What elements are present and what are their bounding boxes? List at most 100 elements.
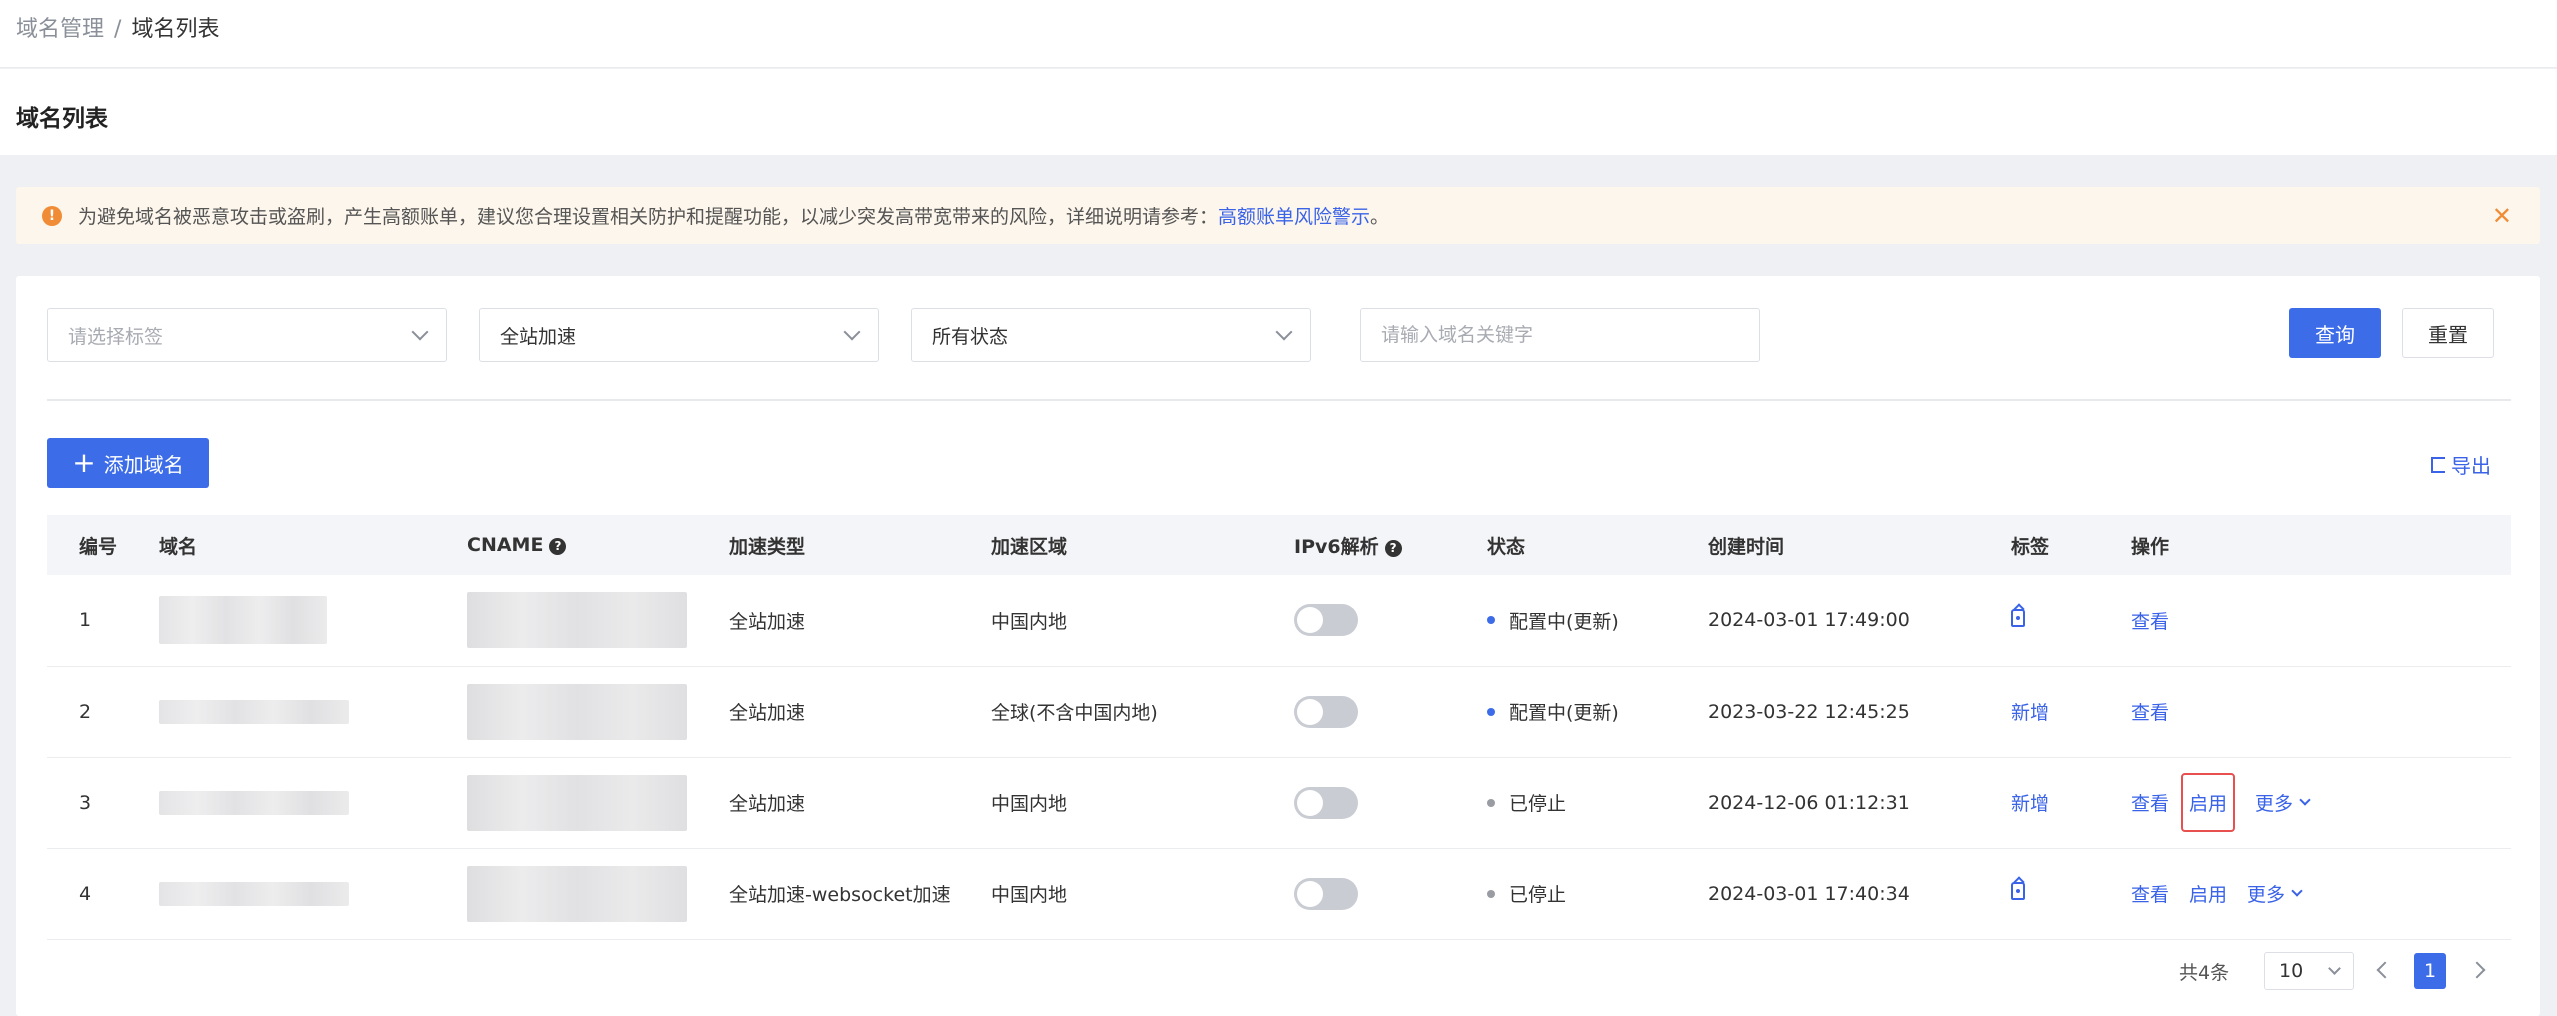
row-created: 2024-03-01 17:49:00 [1708, 575, 2011, 667]
help-icon[interactable]: ? [1384, 539, 1402, 557]
row-region: 中国内地 [991, 757, 1294, 849]
export-button[interactable]: 导出 [2431, 450, 2491, 479]
chevron-down-icon [2299, 794, 2311, 806]
row-domain [159, 666, 467, 758]
reset-button[interactable]: 重置 [2402, 308, 2494, 358]
col-ipv6: IPv6解析? [1294, 515, 1487, 575]
close-icon[interactable]: ✕ [2492, 202, 2512, 230]
redacted-cname [467, 592, 687, 649]
redacted-cname [467, 865, 687, 922]
table-row: 3 全站加速 中国内地 已停止 2024-12-06 01:12:31 新增 查… [47, 757, 2511, 849]
chevron-left-icon[interactable] [2376, 961, 2394, 979]
row-status: 配置中(更新) [1487, 575, 1708, 667]
more-dropdown[interactable]: 更多 [2255, 789, 2311, 816]
tag-icon[interactable] [2011, 882, 2025, 900]
ipv6-toggle[interactable] [1294, 695, 1358, 728]
keyword-input[interactable] [1360, 308, 1760, 362]
row-type: 全站加速 [729, 575, 991, 667]
breadcrumb: 域名管理 / 域名列表 [0, 0, 2557, 68]
status-text: 已停止 [1509, 884, 1567, 906]
warning-icon: ! [42, 205, 62, 226]
row-id: 1 [47, 575, 159, 667]
row-domain [159, 848, 467, 940]
row-cname [467, 757, 729, 849]
row-tag: 新增 [2011, 666, 2131, 758]
domain-table: 编号 域名 CNAME? 加速类型 加速区域 IPv6解析? 状态 创建时间 标… [47, 515, 2511, 940]
add-tag-link[interactable]: 新增 [2011, 793, 2049, 815]
table-row: 4 全站加速-websocket加速 中国内地 已停止 2024-03-01 1… [47, 848, 2511, 940]
col-domain: 域名 [159, 515, 467, 575]
row-tag: 新增 [2011, 757, 2131, 849]
pagination: 共4条 10 1 [16, 952, 2540, 992]
view-link[interactable]: 查看 [2131, 607, 2169, 634]
col-region: 加速区域 [991, 515, 1294, 575]
query-button[interactable]: 查询 [2289, 308, 2381, 358]
redacted-domain [159, 790, 349, 815]
row-ops: 查看 [2131, 666, 2511, 758]
row-ops: 查看 [2131, 575, 2511, 667]
col-ops: 操作 [2131, 515, 2511, 575]
ipv6-toggle[interactable] [1294, 877, 1358, 910]
row-cname [467, 848, 729, 940]
alert-link[interactable]: 高额账单风险警示 [1218, 206, 1370, 228]
row-status: 已停止 [1487, 848, 1708, 940]
row-id: 3 [47, 757, 159, 849]
col-cname-label: CNAME [467, 534, 544, 556]
status-select-value: 所有状态 [932, 325, 1009, 348]
page-size-select[interactable]: 10 [2264, 952, 2354, 990]
page-number-current[interactable]: 1 [2414, 953, 2446, 989]
alert-text: 为避免域名被恶意攻击或盗刷，产生高额账单，建议您合理设置相关防护和提醒功能，以减… [78, 202, 1389, 229]
domain-list-card: 请选择标签 全站加速 所有状态 查询 重置 + 添加域名 导出 编号 域名 CNA… [16, 276, 2540, 1016]
row-tag [2011, 848, 2131, 940]
status-dot [1487, 707, 1495, 716]
tag-icon[interactable] [2011, 608, 2025, 627]
type-select[interactable]: 全站加速 [479, 308, 879, 362]
chevron-down-icon [2291, 885, 2303, 897]
alert-message: 为避免域名被恶意攻击或盗刷，产生高额账单，建议您合理设置相关防护和提醒功能，以减… [78, 206, 1219, 228]
table-header: 编号 域名 CNAME? 加速类型 加速区域 IPv6解析? 状态 创建时间 标… [47, 515, 2511, 575]
more-dropdown[interactable]: 更多 [2247, 880, 2303, 907]
status-select[interactable]: 所有状态 [911, 308, 1311, 362]
status-dot [1487, 616, 1495, 625]
redacted-cname [467, 683, 687, 740]
row-ops: 查看 启用 更多 [2131, 757, 2511, 849]
tag-select[interactable]: 请选择标签 [47, 308, 447, 362]
page-title: 域名列表 [16, 106, 108, 132]
alert-suffix: 。 [1370, 206, 1390, 228]
plus-icon: + [72, 446, 96, 479]
view-link[interactable]: 查看 [2131, 880, 2169, 907]
view-link[interactable]: 查看 [2131, 698, 2169, 725]
more-label: 更多 [2247, 884, 2286, 906]
row-id: 2 [47, 666, 159, 758]
export-label: 导出 [2451, 454, 2491, 478]
help-icon[interactable]: ? [549, 538, 567, 555]
ipv6-toggle[interactable] [1294, 786, 1358, 819]
breadcrumb-parent[interactable]: 域名管理 [16, 17, 104, 42]
col-ipv6-label: IPv6解析 [1294, 535, 1379, 558]
row-ipv6 [1294, 848, 1487, 940]
col-status: 状态 [1487, 515, 1708, 575]
row-type: 全站加速 [729, 757, 991, 849]
add-domain-button[interactable]: + 添加域名 [47, 438, 209, 488]
type-select-value: 全站加速 [500, 325, 577, 348]
add-tag-link[interactable]: 新增 [2011, 702, 2049, 724]
enable-link[interactable]: 启用 [2181, 773, 2236, 832]
chevron-down-icon [843, 323, 861, 341]
row-type: 全站加速 [729, 666, 991, 758]
view-link[interactable]: 查看 [2131, 789, 2169, 816]
status-dot [1487, 889, 1495, 898]
redacted-domain [159, 699, 349, 724]
ipv6-toggle[interactable] [1294, 604, 1358, 637]
row-domain [159, 575, 467, 667]
redacted-domain [159, 596, 327, 645]
row-region: 全球(不含中国内地) [991, 666, 1294, 758]
chevron-right-icon[interactable] [2468, 961, 2486, 979]
col-created: 创建时间 [1708, 515, 2011, 575]
chevron-down-icon [1275, 323, 1293, 341]
row-tag [2011, 575, 2131, 667]
status-text: 配置中(更新) [1509, 702, 1619, 724]
row-ops: 查看 启用 更多 [2131, 848, 2511, 940]
enable-link[interactable]: 启用 [2189, 880, 2227, 907]
tag-select-placeholder: 请选择标签 [68, 325, 164, 348]
row-ipv6 [1294, 757, 1487, 849]
